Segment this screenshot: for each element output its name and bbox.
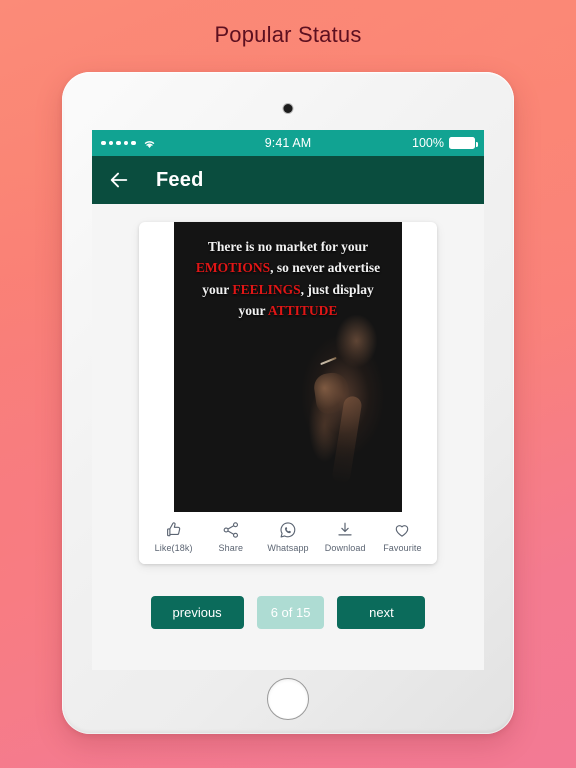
device-screen: 9:41 AM 100% Feed There is no market for… xyxy=(92,130,484,670)
whatsapp-label: Whatsapp xyxy=(267,543,309,553)
status-card: There is no market for your EMOTIONS, so… xyxy=(139,222,437,564)
battery-percent-label: 100% xyxy=(412,136,444,150)
download-button[interactable]: Download xyxy=(317,521,374,553)
previous-button[interactable]: previous xyxy=(150,596,244,629)
app-bar: Feed xyxy=(92,156,484,204)
whatsapp-icon xyxy=(280,522,296,538)
battery-full-icon xyxy=(449,137,478,149)
signal-dots-icon xyxy=(101,140,136,146)
page-counter: 6 of 15 xyxy=(256,596,325,629)
share-nodes-icon xyxy=(223,522,238,538)
app-bar-title: Feed xyxy=(156,168,204,191)
status-bar-time: 9:41 AM xyxy=(264,136,312,150)
feed-content: There is no market for your EMOTIONS, so… xyxy=(92,204,484,670)
wifi-icon xyxy=(144,140,154,148)
quote-segment: your xyxy=(202,281,233,297)
quote-segment: There is no market for your xyxy=(207,239,369,254)
quote-segment: your xyxy=(238,302,268,318)
favourite-label: Favourite xyxy=(383,543,422,553)
quote-segment-highlight: EMOTIONS xyxy=(195,260,271,276)
next-button[interactable]: next xyxy=(337,596,426,629)
like-label: Like(18k) xyxy=(154,543,193,553)
like-button[interactable]: Like(18k) xyxy=(145,521,202,553)
status-bar: 9:41 AM 100% xyxy=(92,130,484,156)
quote-segment: , just display xyxy=(300,281,374,297)
quote-segment: , so never advertise xyxy=(270,260,381,276)
share-label: Share xyxy=(218,543,244,553)
quote-text: There is no market for your EMOTIONS, so… xyxy=(174,222,402,321)
quote-image[interactable]: There is no market for your EMOTIONS, so… xyxy=(174,222,402,512)
camera-dot-icon xyxy=(283,104,293,113)
quote-line: EMOTIONS, so never advertise xyxy=(184,257,392,278)
heart-icon xyxy=(396,525,409,537)
share-button[interactable]: Share xyxy=(202,521,259,553)
quote-line: your ATTITUDE xyxy=(184,300,392,321)
favourite-button[interactable]: Favourite xyxy=(374,521,431,553)
status-bar-right: 100% xyxy=(311,136,478,150)
thumbs-up-icon xyxy=(166,522,180,537)
pagination: previous 6 of 15 next xyxy=(150,596,426,629)
quote-segment-highlight: ATTITUDE xyxy=(267,302,338,318)
download-icon xyxy=(338,522,352,536)
page-title: Popular Status xyxy=(214,22,362,47)
whatsapp-button[interactable]: Whatsapp xyxy=(259,521,316,553)
back-arrow-icon[interactable] xyxy=(108,169,130,191)
home-button[interactable] xyxy=(267,678,309,720)
status-bar-left xyxy=(101,137,265,150)
cigarette-shape xyxy=(320,356,337,366)
tablet-device: 9:41 AM 100% Feed There is no market for… xyxy=(62,72,514,734)
quote-line: There is no market for your xyxy=(184,236,392,257)
download-label: Download xyxy=(324,543,366,553)
quote-line: your FEELINGS, just display xyxy=(184,279,392,300)
action-bar: Like(18k) Share Whatsapp Download Favour… xyxy=(139,512,437,564)
quote-segment-highlight: FEELINGS xyxy=(232,281,301,297)
